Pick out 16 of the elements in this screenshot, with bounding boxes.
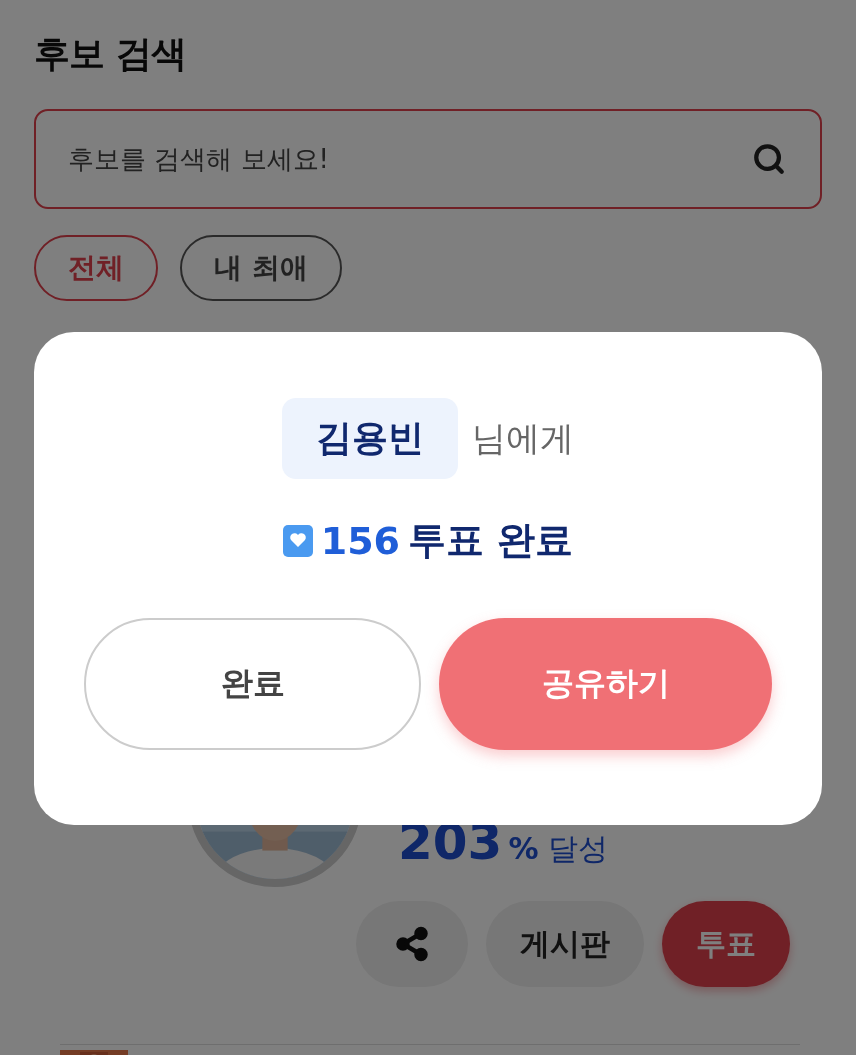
- search-field[interactable]: 후보를 검색해 보세요!: [34, 109, 822, 209]
- vote-message: 투표 완료: [408, 517, 574, 564]
- filter-chip[interactable]: 전체: [34, 235, 158, 301]
- share-button[interactable]: 공유하기: [439, 618, 772, 750]
- vote-button[interactable]: 투표: [662, 901, 790, 987]
- board-button[interactable]: 게시판: [486, 901, 644, 987]
- done-button[interactable]: 완료: [84, 618, 421, 750]
- achievement-label: 달성: [548, 830, 609, 868]
- search-icon[interactable]: [752, 142, 786, 176]
- name-suffix: 님에게: [472, 416, 574, 460]
- page-title: 후보 검색: [34, 32, 187, 76]
- filter-chip[interactable]: 내 최애: [180, 235, 342, 301]
- candidate-name: 김용빈: [282, 398, 458, 479]
- share-icon: [394, 926, 430, 962]
- vote-count: 156: [320, 518, 401, 563]
- percent-sign: %: [508, 831, 539, 866]
